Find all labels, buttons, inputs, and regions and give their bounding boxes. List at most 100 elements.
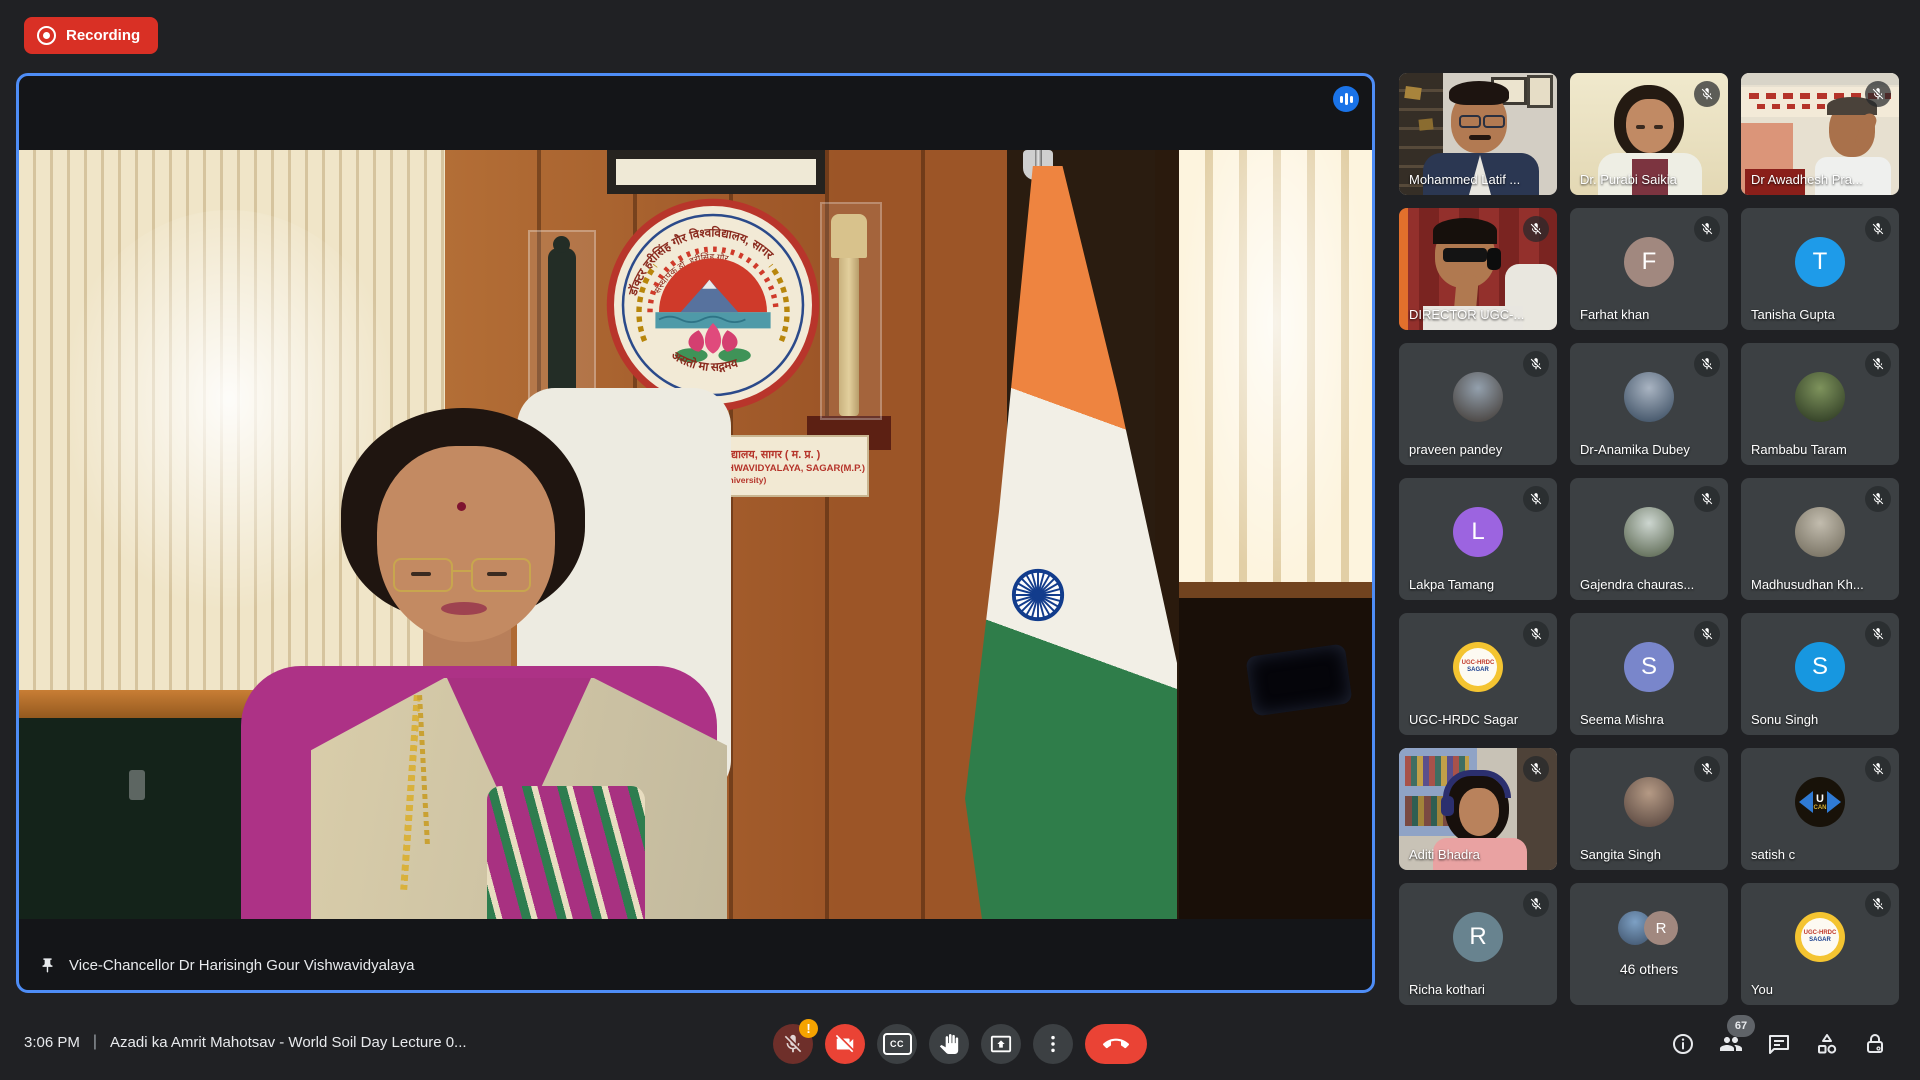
logo-avatar: UCAN — [1795, 777, 1845, 827]
mic-button[interactable]: ! — [773, 1024, 813, 1064]
photo-avatar — [1795, 507, 1845, 557]
end-call-button[interactable] — [1085, 1024, 1147, 1064]
participant-tile[interactable]: T Tanisha Gupta — [1741, 208, 1899, 330]
logo-avatar: UGC-HRDCSAGAR — [1453, 642, 1503, 692]
mic-off-icon — [1523, 891, 1549, 917]
speaker-video: डॉक्टर हरीसिंह गौर विश्वविद्यालय, सागर स… — [19, 150, 1372, 919]
participant-tile[interactable]: S Seema Mishra — [1570, 613, 1728, 735]
participant-tile[interactable]: Rambabu Taram — [1741, 343, 1899, 465]
participant-name: Gajendra chauras... — [1580, 577, 1694, 592]
mic-off-icon — [1523, 351, 1549, 377]
captions-button[interactable]: CC — [877, 1024, 917, 1064]
mic-off-icon — [782, 1033, 804, 1055]
participant-name: 46 others — [1570, 961, 1728, 977]
participant-tile[interactable]: Gajendra chauras... — [1570, 478, 1728, 600]
participant-tile[interactable]: Madhusudhan Kh... — [1741, 478, 1899, 600]
end-call-icon — [1103, 1031, 1129, 1057]
participant-name: Farhat khan — [1580, 307, 1649, 322]
participant-tile[interactable]: LLakpa Tamang — [1399, 478, 1557, 600]
pin-icon — [39, 957, 56, 974]
participant-name: UGC-HRDC Sagar — [1409, 712, 1518, 727]
participant-name: Mohammed Latif ... — [1409, 172, 1520, 187]
participant-name: Rambabu Taram — [1751, 442, 1847, 457]
more-options-button[interactable] — [1033, 1024, 1073, 1064]
photo-avatar — [1624, 507, 1674, 557]
people-button[interactable]: 67 — [1711, 1024, 1751, 1064]
avatar: R — [1453, 912, 1503, 962]
avatar: R — [1644, 911, 1678, 945]
main-speaker-tile[interactable]: डॉक्टर हरीसिंह गौर विश्वविद्यालय, सागर स… — [16, 73, 1375, 993]
raise-hand-button[interactable] — [929, 1024, 969, 1064]
camera-off-icon — [834, 1033, 856, 1055]
university-emblem: डॉक्टर हरीसिंह गौर विश्वविद्यालय, सागर स… — [605, 197, 821, 413]
photo-avatar — [1453, 372, 1503, 422]
activities-button[interactable] — [1807, 1024, 1847, 1064]
bright-window — [1179, 150, 1372, 582]
mic-off-icon — [1523, 486, 1549, 512]
participant-name: Madhusudhan Kh... — [1751, 577, 1864, 592]
logo-avatar: UGC-HRDCSAGAR — [1795, 912, 1845, 962]
activities-icon — [1815, 1032, 1839, 1056]
host-controls-button[interactable] — [1855, 1024, 1895, 1064]
mic-off-icon — [1694, 486, 1720, 512]
meeting-details-button[interactable] — [1663, 1024, 1703, 1064]
participant-count-badge: 67 — [1727, 1015, 1755, 1037]
mic-off-icon — [1523, 756, 1549, 782]
participant-name: Dr Awadhesh Pra... — [1751, 172, 1863, 187]
participant-name: Dr. Purabi Saikia — [1580, 172, 1677, 187]
participant-name: Seema Mishra — [1580, 712, 1664, 727]
participant-name: praveen pandey — [1409, 442, 1502, 457]
participant-tile[interactable]: Aditi Bhadra — [1399, 748, 1557, 870]
avatar: T — [1795, 237, 1845, 287]
mic-off-icon — [1865, 81, 1891, 107]
meet-window: Recording — [0, 0, 1920, 1080]
participant-tile[interactable]: Sangita Singh — [1570, 748, 1728, 870]
mic-off-icon — [1694, 81, 1720, 107]
mic-off-icon — [1694, 216, 1720, 242]
mic-off-icon — [1865, 351, 1891, 377]
participant-tile[interactable]: R Richa kothari — [1399, 883, 1557, 1005]
participant-name: Sangita Singh — [1580, 847, 1661, 862]
avatar: S — [1624, 642, 1674, 692]
participant-name: Tanisha Gupta — [1751, 307, 1835, 322]
camera-button[interactable] — [825, 1024, 865, 1064]
mic-off-icon — [1694, 351, 1720, 377]
info-icon — [1671, 1032, 1695, 1056]
overflow-avatars: R — [1618, 911, 1680, 947]
present-icon — [990, 1033, 1012, 1055]
participant-tile[interactable]: DIRECTOR UGC-... — [1399, 208, 1557, 330]
participant-name: DIRECTOR UGC-... — [1409, 307, 1524, 322]
participant-tile[interactable]: Dr-Anamika Dubey — [1570, 343, 1728, 465]
mic-off-icon — [1694, 621, 1720, 647]
participant-tile[interactable]: SSonu Singh — [1741, 613, 1899, 735]
participant-tile[interactable]: UGC-HRDCSAGARYou — [1741, 883, 1899, 1005]
participant-name: satish c — [1751, 847, 1795, 862]
hand-icon — [939, 1034, 959, 1054]
mic-off-icon — [1865, 486, 1891, 512]
participant-tile[interactable]: Dr Awadhesh Pra... — [1741, 73, 1899, 195]
speaking-indicator-icon — [1333, 86, 1359, 112]
photo-avatar — [1624, 777, 1674, 827]
meeting-info: 3:06 PM | Azadi ka Amrit Mahotsav - Worl… — [24, 1033, 467, 1051]
participant-name: Aditi Bhadra — [1409, 847, 1480, 862]
participant-tile[interactable]: Mohammed Latif ... — [1399, 73, 1557, 195]
present-button[interactable] — [981, 1024, 1021, 1064]
mic-off-icon — [1865, 216, 1891, 242]
participant-name: Richa kothari — [1409, 982, 1485, 997]
chat-button[interactable] — [1759, 1024, 1799, 1064]
mic-off-icon — [1523, 216, 1549, 242]
mic-off-icon — [1865, 756, 1891, 782]
participant-tile[interactable]: UGC-HRDCSAGAR UGC-HRDC Sagar — [1399, 613, 1557, 735]
mic-off-icon — [1865, 891, 1891, 917]
ashoka-pillar-replica — [820, 202, 882, 420]
participant-tile[interactable]: Dr. Purabi Saikia — [1570, 73, 1728, 195]
participant-tile[interactable]: praveen pandey — [1399, 343, 1557, 465]
avatar: S — [1795, 642, 1845, 692]
participant-tile[interactable]: R 46 others — [1570, 883, 1728, 1005]
call-controls: ! CC — [773, 1024, 1147, 1064]
participant-tile[interactable]: FFarhat khan — [1570, 208, 1728, 330]
photo-avatar — [1624, 372, 1674, 422]
participant-name: Lakpa Tamang — [1409, 577, 1494, 592]
participant-tile[interactable]: UCAN satish c — [1741, 748, 1899, 870]
mic-off-icon — [1694, 756, 1720, 782]
